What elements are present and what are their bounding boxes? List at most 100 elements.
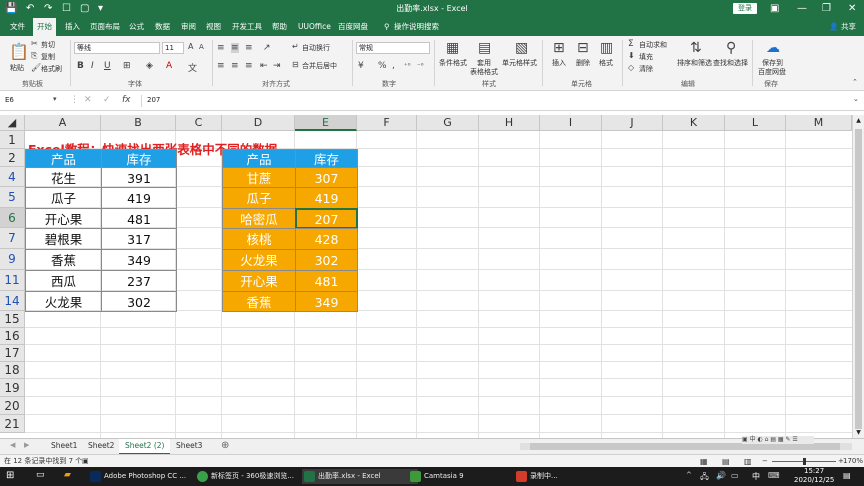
- border-icon[interactable]: ⊞: [123, 61, 131, 71]
- merge-center-icon[interactable]: ⊟: [292, 60, 299, 69]
- bold-button[interactable]: B: [77, 61, 84, 71]
- volume-icon[interactable]: 🔊: [716, 471, 726, 480]
- tab-formulas[interactable]: 公式: [125, 18, 148, 36]
- number-format-select[interactable]: 常规: [356, 42, 430, 54]
- tab-home[interactable]: 开始: [33, 18, 56, 36]
- zoom-slider-handle[interactable]: [803, 458, 806, 465]
- sheet-tab-sheet3[interactable]: Sheet3: [170, 439, 208, 453]
- wrap-text-button[interactable]: 自动换行: [302, 43, 330, 53]
- table-d-cell[interactable]: 419: [295, 187, 358, 209]
- name-box-dropdown-icon[interactable]: ▾: [53, 95, 57, 103]
- delete-cells-icon[interactable]: ⊟: [577, 40, 589, 56]
- row-header-9[interactable]: 9: [0, 249, 25, 270]
- table-a-cell[interactable]: 瓜子: [25, 187, 102, 209]
- tell-me-search[interactable]: 操作说明搜索: [390, 18, 443, 36]
- ime-icon[interactable]: ⌨: [768, 471, 780, 480]
- row-header-21[interactable]: 21: [0, 415, 25, 433]
- sheet-tab-sheet2-copy[interactable]: Sheet2 (2): [119, 439, 171, 455]
- merge-center-button[interactable]: 合并后居中: [302, 61, 337, 71]
- close-button[interactable]: ✕: [848, 2, 856, 16]
- tab-file[interactable]: 文件: [6, 18, 29, 36]
- font-color-icon[interactable]: A: [166, 61, 172, 71]
- table-a-header-cell[interactable]: 库存: [101, 149, 177, 168]
- select-all-corner[interactable]: ◢: [0, 115, 25, 131]
- tab-data[interactable]: 数据: [151, 18, 174, 36]
- insert-cells-button[interactable]: 插入: [552, 58, 566, 68]
- save-baidu-button-line2[interactable]: 百度网盘: [758, 67, 786, 77]
- column-header-e[interactable]: E: [295, 115, 357, 131]
- table-a-cell[interactable]: 349: [101, 249, 177, 271]
- table-d-cell[interactable]: 香蕉: [222, 291, 296, 312]
- table-d-cell[interactable]: 349: [295, 291, 358, 312]
- currency-icon[interactable]: ¥: [358, 61, 364, 71]
- sort-filter-icon[interactable]: ⇅: [690, 40, 702, 56]
- phonetic-icon[interactable]: 文: [188, 61, 197, 74]
- table-d-cell[interactable]: 481: [295, 270, 358, 292]
- align-middle-icon[interactable]: ≡: [231, 43, 239, 53]
- login-button[interactable]: 登录: [733, 3, 757, 14]
- column-header-f[interactable]: F: [357, 115, 417, 131]
- table-d-cell[interactable]: 302: [295, 249, 358, 271]
- tab-uuoffice[interactable]: UUOffice: [294, 18, 335, 36]
- decrease-indent-icon[interactable]: ⇤: [260, 61, 268, 71]
- table-a-cell[interactable]: 317: [101, 228, 177, 250]
- row-header-20[interactable]: 20: [0, 397, 25, 415]
- active-cell-e6[interactable]: 207: [295, 208, 358, 229]
- table-format-button-line2[interactable]: 表格格式: [470, 67, 498, 77]
- column-header-d[interactable]: D: [222, 115, 295, 131]
- tab-review[interactable]: 审阅: [177, 18, 200, 36]
- orientation-icon[interactable]: ↗: [263, 43, 271, 53]
- cancel-icon[interactable]: ✕: [84, 95, 92, 105]
- clear-icon[interactable]: ◇: [628, 63, 634, 72]
- battery-icon[interactable]: ▭: [731, 471, 739, 480]
- align-bottom-icon[interactable]: ≡: [245, 43, 253, 53]
- increase-indent-icon[interactable]: ⇥: [273, 61, 281, 71]
- find-select-icon[interactable]: ⚲: [726, 40, 736, 56]
- row-header-6[interactable]: 6: [0, 208, 25, 228]
- table-d-header-cell[interactable]: 库存: [295, 149, 358, 168]
- table-d-cell[interactable]: 307: [295, 167, 358, 188]
- align-top-icon[interactable]: ≡: [217, 43, 225, 53]
- percent-button[interactable]: %: [378, 61, 387, 71]
- table-d-cell[interactable]: 瓜子: [222, 187, 296, 209]
- network-icon[interactable]: 🖧: [700, 471, 709, 485]
- table-format-icon[interactable]: ▤: [478, 40, 491, 56]
- taskbar-app-excel[interactable]: 出勤率.xlsx - Excel: [302, 469, 418, 484]
- delete-cells-button[interactable]: 删除: [576, 58, 590, 68]
- table-a-cell[interactable]: 419: [101, 187, 177, 209]
- column-header-c[interactable]: C: [176, 115, 222, 131]
- table-d-cell[interactable]: 火龙果: [222, 249, 296, 271]
- table-d-header-cell[interactable]: 产品: [222, 149, 296, 168]
- insert-cells-icon[interactable]: ⊞: [553, 40, 565, 56]
- tab-developer[interactable]: 开发工具: [228, 18, 266, 36]
- autosum-button[interactable]: 自动求和: [639, 40, 667, 50]
- uuoffice-toolbar[interactable]: ▣ 中 ◐ ⌂ ▤ ▦ ✎ ☰: [742, 436, 814, 444]
- row-header-18[interactable]: 18: [0, 362, 25, 379]
- taskbar-date[interactable]: 2020/12/25: [794, 476, 834, 484]
- ime-indicator[interactable]: 中: [752, 471, 760, 482]
- column-header-i[interactable]: I: [540, 115, 602, 131]
- align-center-icon[interactable]: ≡: [231, 61, 239, 71]
- sheet-tab-sheet1[interactable]: Sheet1: [45, 439, 83, 453]
- taskbar-time[interactable]: 15:27: [804, 467, 824, 475]
- fill-color-icon[interactable]: ◈: [146, 61, 153, 71]
- font-name-select[interactable]: 等线: [74, 42, 160, 54]
- cell-styles-icon[interactable]: ▧: [515, 40, 528, 56]
- task-view-icon[interactable]: ▭: [36, 470, 45, 480]
- scroll-down-icon[interactable]: ▼: [854, 429, 863, 436]
- restore-button[interactable]: ❐: [822, 2, 831, 16]
- table-d-cell[interactable]: 开心果: [222, 270, 296, 292]
- increase-font-icon[interactable]: A: [188, 42, 193, 51]
- table-d-cell[interactable]: 甘蔗: [222, 167, 296, 188]
- copy-button[interactable]: 复制: [41, 52, 55, 62]
- row-header-7[interactable]: 7: [0, 228, 25, 249]
- font-size-select[interactable]: 11: [162, 42, 184, 54]
- collapse-ribbon-icon[interactable]: ⌃: [852, 78, 858, 86]
- table-d-cell[interactable]: 428: [295, 228, 358, 250]
- fill-button[interactable]: 填充: [639, 52, 653, 62]
- decrease-decimal-icon[interactable]: ⁻⁰: [417, 62, 424, 70]
- cut-icon[interactable]: ✂: [31, 39, 38, 48]
- row-header-5[interactable]: 5: [0, 187, 25, 208]
- align-left-icon[interactable]: ≡: [217, 61, 225, 71]
- taskbar-app-recording[interactable]: 录制中...: [514, 469, 610, 484]
